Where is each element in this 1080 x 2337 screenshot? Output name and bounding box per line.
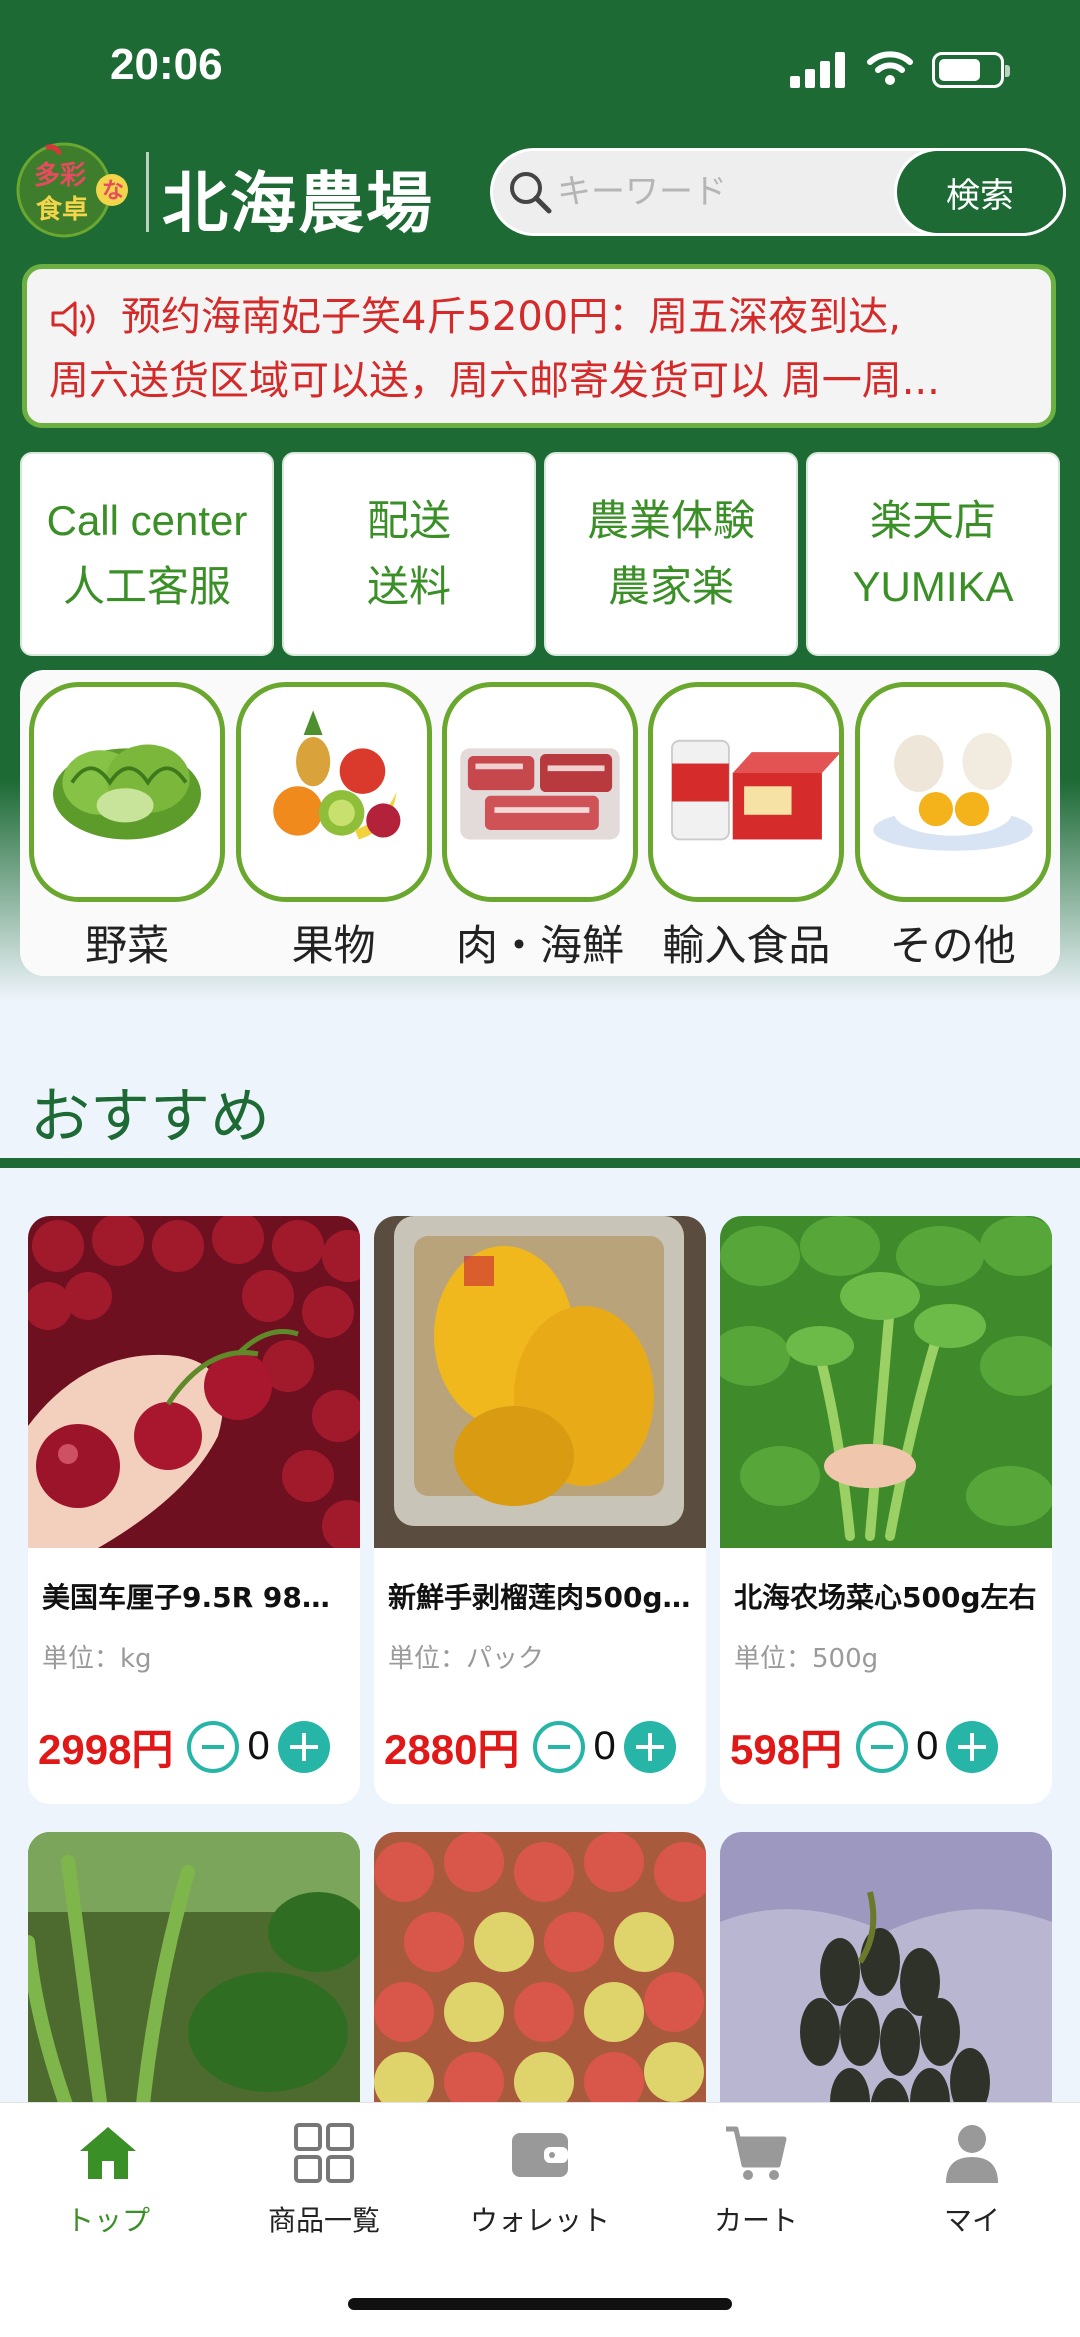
quantity-value: 0 — [247, 1724, 270, 1768]
notice-banner[interactable]: 预约海南妃子笑4斤5200円：周五深夜到达, 周六送货区域可以送，周六邮寄发货可… — [22, 264, 1056, 428]
price-row: 2880円 0 — [384, 1716, 696, 1777]
search-icon — [510, 172, 552, 214]
price-row: 2998円 0 — [38, 1716, 350, 1777]
durian-image — [374, 1216, 706, 1548]
product-card[interactable]: 新鮮手剥榴莲肉500g/盒 単位：パック 2880円 0 — [374, 1216, 706, 1804]
cherries-image — [28, 1216, 360, 1548]
search-button[interactable]: 検索 — [894, 148, 1066, 236]
search-input[interactable] — [557, 159, 857, 225]
product-info: 美国车厘子9.5R 980g... 単位：kg 2998円 0 — [28, 1548, 360, 1804]
category-meat-seafood[interactable]: 肉・海鮮 — [441, 682, 638, 976]
wallet-icon — [512, 2133, 568, 2177]
shipping-button[interactable]: 配送 送料 — [282, 452, 536, 656]
imported-food-image — [648, 682, 845, 902]
decrease-quantity-button[interactable] — [187, 1720, 240, 1773]
section-title: おすすめ — [30, 1082, 270, 1152]
category-label: その他 — [889, 921, 1016, 970]
product-grid: 美国车厘子9.5R 980g... 単位：kg 2998円 0 新鮮手剥榴莲肉5… — [28, 1216, 1052, 2164]
user-icon — [946, 2125, 998, 2183]
price-row: 598円 0 — [730, 1716, 1042, 1777]
grid-icon — [294, 2123, 354, 2183]
svg-text:多彩: 多彩 — [34, 161, 86, 191]
category-label: 野菜 — [85, 921, 170, 970]
meat-image — [441, 682, 638, 902]
tab-top[interactable]: トップ — [0, 2121, 216, 2239]
product-price: 598円 — [730, 1726, 843, 1773]
product-name: 新鮮手剥榴莲肉500g/盒 — [388, 1581, 692, 1614]
tab-cart[interactable]: カート — [648, 2121, 864, 2239]
product-unit: 単位：パック — [388, 1644, 545, 1674]
cellular-signal-icon — [790, 52, 846, 88]
call-center-button[interactable]: Call center 人工客服 — [20, 452, 274, 656]
section-divider — [0, 1158, 1080, 1168]
svg-text:な: な — [102, 179, 124, 204]
vegetables-image — [29, 682, 226, 902]
search-bar[interactable]: 検索 — [490, 148, 1066, 236]
brand-logo[interactable]: 多彩 食卓 な — [14, 140, 132, 240]
status-time: 20:06 — [110, 40, 223, 89]
rakuten-store-button[interactable]: 楽天店 YUMIKA — [806, 452, 1060, 656]
choy-sum-image — [720, 1216, 1052, 1548]
tab-wallet[interactable]: ウォレット — [432, 2121, 648, 2239]
decrease-quantity-button[interactable] — [856, 1720, 909, 1773]
product-unit: 単位：kg — [42, 1644, 152, 1674]
quick-links: Call center 人工客服 配送 送料 農業体験 農家楽 楽天店 YUMI… — [20, 452, 1060, 656]
category-label: 肉・海鮮 — [455, 921, 624, 970]
category-fruits[interactable]: 果物 — [235, 682, 432, 976]
fruits-image — [235, 682, 432, 902]
increase-quantity-button[interactable] — [623, 1720, 676, 1773]
increase-quantity-button[interactable] — [277, 1720, 330, 1773]
product-info: 北海农场菜心500g左右 単位：500g 598円 0 — [720, 1548, 1052, 1804]
quantity-value: 0 — [916, 1724, 939, 1768]
product-card[interactable]: 美国车厘子9.5R 980g... 単位：kg 2998円 0 — [28, 1216, 360, 1804]
category-imported-food[interactable]: 輸入食品 — [648, 682, 845, 976]
tab-products[interactable]: 商品一覧 — [216, 2121, 432, 2239]
speaker-icon — [51, 301, 95, 337]
battery-icon — [932, 52, 1010, 88]
farm-experience-button[interactable]: 農業体験 農家楽 — [544, 452, 798, 656]
brand-name: 北海農場 — [162, 164, 434, 242]
product-price: 2880円 — [384, 1726, 520, 1773]
product-name: 美国车厘子9.5R 980g... — [42, 1581, 346, 1614]
wifi-icon — [867, 51, 913, 85]
notice-line-2: 周六送货区域可以送，周六邮寄发货可以 周一周... — [49, 358, 940, 404]
home-indicator[interactable] — [348, 2298, 732, 2310]
category-label: 果物 — [291, 921, 376, 970]
logo-divider — [146, 152, 149, 232]
svg-text:食卓: 食卓 — [36, 194, 88, 225]
quantity-value: 0 — [593, 1724, 616, 1768]
product-price: 2998円 — [38, 1726, 174, 1773]
eggs-image — [854, 682, 1051, 902]
increase-quantity-button[interactable] — [946, 1720, 999, 1773]
product-unit: 単位：500g — [734, 1644, 879, 1674]
category-row: 野菜 果物 肉・海鮮 輸入食品 その他 — [20, 670, 1060, 976]
notice-line-1: 预约海南妃子笑4斤5200円：周五深夜到达, — [121, 294, 901, 340]
status-bar: 20:06 — [0, 0, 1080, 140]
category-vegetables[interactable]: 野菜 — [29, 682, 226, 976]
home-icon — [80, 2127, 136, 2179]
product-name: 北海农场菜心500g左右 — [734, 1581, 1037, 1614]
decrease-quantity-button[interactable] — [533, 1720, 586, 1773]
tab-my-page[interactable]: マイ — [864, 2121, 1080, 2239]
category-others[interactable]: その他 — [854, 682, 1051, 976]
category-label: 輸入食品 — [662, 921, 831, 970]
product-card[interactable]: 北海农场菜心500g左右 単位：500g 598円 0 — [720, 1216, 1052, 1804]
cart-icon — [726, 2126, 787, 2180]
product-info: 新鮮手剥榴莲肉500g/盒 単位：パック 2880円 0 — [374, 1548, 706, 1804]
